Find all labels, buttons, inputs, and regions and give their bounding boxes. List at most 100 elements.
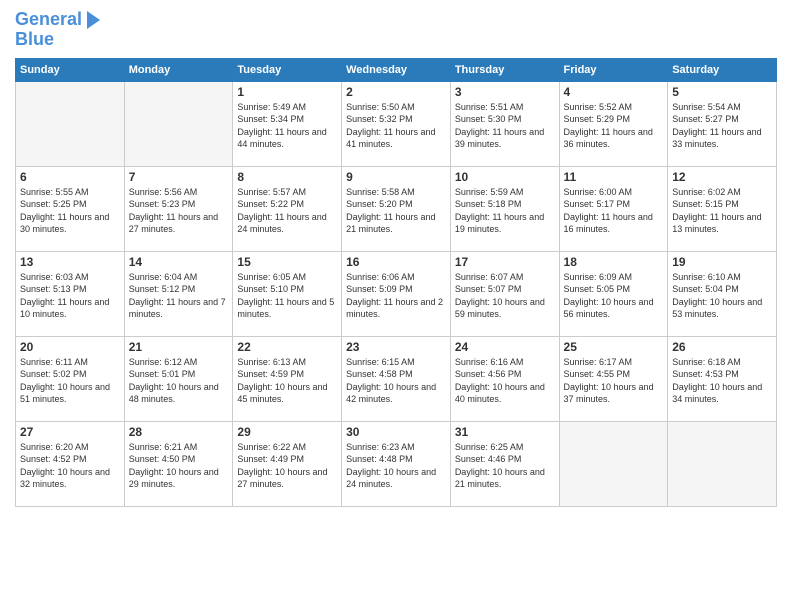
calendar-week-row: 20 Sunrise: 6:11 AM Sunset: 5:02 PM Dayligh… — [16, 336, 777, 421]
day-info-line: Sunrise: 6:20 AM — [20, 442, 89, 452]
calendar-cell — [124, 81, 233, 166]
day-number: 20 — [20, 340, 120, 354]
day-info-line: Sunset: 5:34 PM — [237, 114, 304, 124]
day-info-line: Daylight: 10 hours and 32 minutes. — [20, 467, 110, 490]
day-number: 7 — [129, 170, 229, 184]
day-info: Sunrise: 6:11 AM Sunset: 5:02 PM Daylight:… — [20, 356, 120, 406]
day-info: Sunrise: 5:56 AMSunset: 5:23 PMDaylight:… — [129, 186, 229, 236]
calendar-cell: 4Sunrise: 5:52 AMSunset: 5:29 PMDaylight… — [559, 81, 668, 166]
day-number: 22 — [237, 340, 337, 354]
calendar-cell — [16, 81, 125, 166]
calendar-cell: 12Sunrise: 6:02 AMSunset: 5:15 PMDayligh… — [668, 166, 777, 251]
weekday-header-tuesday: Tuesday — [233, 58, 342, 81]
day-info: Sunrise: 6:15 AMSunset: 4:58 PMDaylight:… — [346, 356, 446, 406]
day-info-line: Sunset: 5:29 PM — [564, 114, 631, 124]
day-info-line: Daylight: 11 hours and 13 minutes. — [672, 212, 761, 235]
day-info-line: Sunset: 5:22 PM — [237, 199, 304, 209]
day-number: 31 — [455, 425, 555, 439]
calendar-week-row: 13Sunrise: 6:03 AMSunset: 5:13 PMDayligh… — [16, 251, 777, 336]
day-info-line: Daylight: 10 hours and 24 minutes. — [346, 467, 436, 490]
day-info-line: Sunset: 5:23 PM — [129, 199, 196, 209]
day-info-line: Sunset: 5:32 PM — [346, 114, 413, 124]
day-info: Sunrise: 5:59 AMSunset: 5:18 PMDaylight:… — [455, 186, 555, 236]
day-info-line: Daylight: 10 hours and 42 minutes. — [346, 382, 436, 405]
day-number: 13 — [20, 255, 120, 269]
day-info-line: Sunset: 4:49 PM — [237, 454, 304, 464]
day-info: Sunrise: 6:10 AMSunset: 5:04 PMDaylight:… — [672, 271, 772, 321]
day-info-line: Daylight: 10 hours and 40 minutes. — [455, 382, 545, 405]
calendar-cell: 11Sunrise: 6:00 AMSunset: 5:17 PMDayligh… — [559, 166, 668, 251]
calendar-cell: 15Sunrise: 6:05 AMSunset: 5:10 PMDayligh… — [233, 251, 342, 336]
day-info-line: Daylight: 11 hours and 39 minutes. — [455, 127, 544, 150]
page-container: General Blue SundayMondayTuesdayWednesda… — [0, 0, 792, 517]
day-number: 5 — [672, 85, 772, 99]
day-number: 26 — [672, 340, 772, 354]
day-number: 10 — [455, 170, 555, 184]
day-info-line: Daylight: 10 hours and 51 minutes. — [20, 382, 110, 405]
calendar-cell: 31Sunrise: 6:25 AMSunset: 4:46 PMDayligh… — [450, 421, 559, 506]
calendar-cell: 7Sunrise: 5:56 AMSunset: 5:23 PMDaylight… — [124, 166, 233, 251]
day-info-line: Daylight: 11 hours and 21 minutes. — [346, 212, 435, 235]
weekday-header-monday: Monday — [124, 58, 233, 81]
calendar-cell: 20 Sunrise: 6:11 AM Sunset: 5:02 PM Dayligh… — [16, 336, 125, 421]
weekday-header-wednesday: Wednesday — [342, 58, 451, 81]
day-info-line: Sunset: 5:17 PM — [564, 199, 631, 209]
day-number: 18 — [564, 255, 664, 269]
day-number: 29 — [237, 425, 337, 439]
day-info-line: Sunrise: 6:09 AM — [564, 272, 633, 282]
day-info-line: Sunrise: 6:18 AM — [672, 357, 741, 367]
day-info-line: Daylight: 11 hours and 44 minutes. — [237, 127, 326, 150]
day-info: Sunrise: 5:51 AMSunset: 5:30 PMDaylight:… — [455, 101, 555, 151]
calendar-cell: 18Sunrise: 6:09 AMSunset: 5:05 PMDayligh… — [559, 251, 668, 336]
day-info: Sunrise: 5:58 AMSunset: 5:20 PMDaylight:… — [346, 186, 446, 236]
day-info-line: Sunset: 4:53 PM — [672, 369, 739, 379]
weekday-header-thursday: Thursday — [450, 58, 559, 81]
day-info-line: Sunrise: 6:11 AM — [20, 357, 88, 367]
day-number: 30 — [346, 425, 446, 439]
day-number: 23 — [346, 340, 446, 354]
day-info: Sunrise: 6:07 AMSunset: 5:07 PMDaylight:… — [455, 271, 555, 321]
calendar-cell: 28Sunrise: 6:21 AMSunset: 4:50 PMDayligh… — [124, 421, 233, 506]
day-info-line: Sunrise: 6:13 AM — [237, 357, 306, 367]
day-number: 2 — [346, 85, 446, 99]
logo-general: General — [15, 9, 82, 29]
day-info-line: Daylight: 10 hours and 48 minutes. — [129, 382, 219, 405]
day-info-line: Daylight: 11 hours and 41 minutes. — [346, 127, 435, 150]
day-info-line: Sunrise: 5:51 AM — [455, 102, 524, 112]
day-info: Sunrise: 5:55 AMSunset: 5:25 PMDaylight:… — [20, 186, 120, 236]
day-info-line: Sunrise: 5:54 AM — [672, 102, 741, 112]
day-info-line: Daylight: 11 hours and 2 minutes. — [346, 297, 443, 320]
day-info-line: Sunrise: 5:56 AM — [129, 187, 198, 197]
calendar-cell: 8Sunrise: 5:57 AMSunset: 5:22 PMDaylight… — [233, 166, 342, 251]
day-number: 3 — [455, 85, 555, 99]
logo: General Blue — [15, 10, 100, 50]
day-number: 4 — [564, 85, 664, 99]
day-info: Sunrise: 5:49 AMSunset: 5:34 PMDaylight:… — [237, 101, 337, 151]
calendar-cell: 24Sunrise: 6:16 AMSunset: 4:56 PMDayligh… — [450, 336, 559, 421]
day-info-line: Sunset: 5:25 PM — [20, 199, 87, 209]
day-info-line: Sunrise: 6:03 AM — [20, 272, 89, 282]
day-info-line: Sunset: 4:52 PM — [20, 454, 87, 464]
day-info-line: Sunset: 5:10 PM — [237, 284, 304, 294]
calendar-cell: 9Sunrise: 5:58 AMSunset: 5:20 PMDaylight… — [342, 166, 451, 251]
day-number: 6 — [20, 170, 120, 184]
day-info: Sunrise: 5:54 AMSunset: 5:27 PMDaylight:… — [672, 101, 772, 151]
day-number: 16 — [346, 255, 446, 269]
day-info-line: Sunset: 5:02 PM — [20, 369, 87, 379]
day-info: Sunrise: 6:18 AMSunset: 4:53 PMDaylight:… — [672, 356, 772, 406]
day-info: Sunrise: 6:04 AMSunset: 5:12 PMDaylight:… — [129, 271, 229, 321]
weekday-header-friday: Friday — [559, 58, 668, 81]
day-info-line: Sunset: 4:55 PM — [564, 369, 631, 379]
day-info-line: Sunrise: 5:52 AM — [564, 102, 633, 112]
day-info-line: Sunset: 4:58 PM — [346, 369, 413, 379]
day-info-line: Sunrise: 6:25 AM — [455, 442, 524, 452]
day-number: 8 — [237, 170, 337, 184]
day-info-line: Daylight: 10 hours and 59 minutes. — [455, 297, 545, 320]
day-info-line: Sunrise: 6:04 AM — [129, 272, 198, 282]
calendar-cell: 27Sunrise: 6:20 AMSunset: 4:52 PMDayligh… — [16, 421, 125, 506]
day-info-line: Sunset: 4:59 PM — [237, 369, 304, 379]
day-info-line: Daylight: 10 hours and 21 minutes. — [455, 467, 545, 490]
day-info-line: Sunset: 4:48 PM — [346, 454, 413, 464]
calendar-cell: 29Sunrise: 6:22 AMSunset: 4:49 PMDayligh… — [233, 421, 342, 506]
day-number: 12 — [672, 170, 772, 184]
